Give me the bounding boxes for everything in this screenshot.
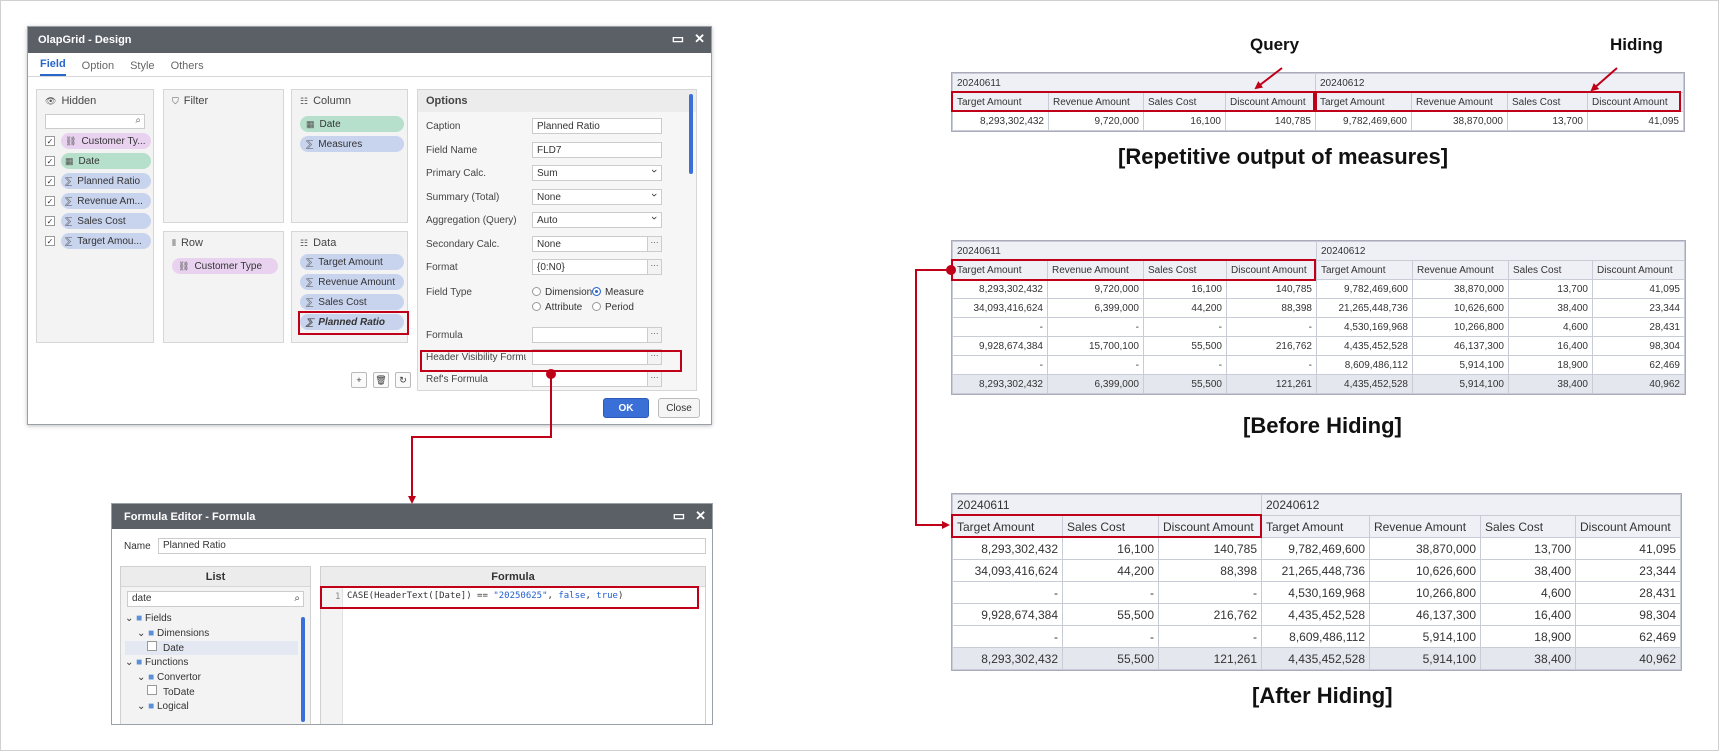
hiding-arrow — [1590, 67, 1618, 92]
connector-line — [408, 374, 552, 504]
connector-arrows — [408, 67, 1618, 529]
query-arrow — [1254, 67, 1283, 90]
connector-line — [915, 269, 951, 529]
